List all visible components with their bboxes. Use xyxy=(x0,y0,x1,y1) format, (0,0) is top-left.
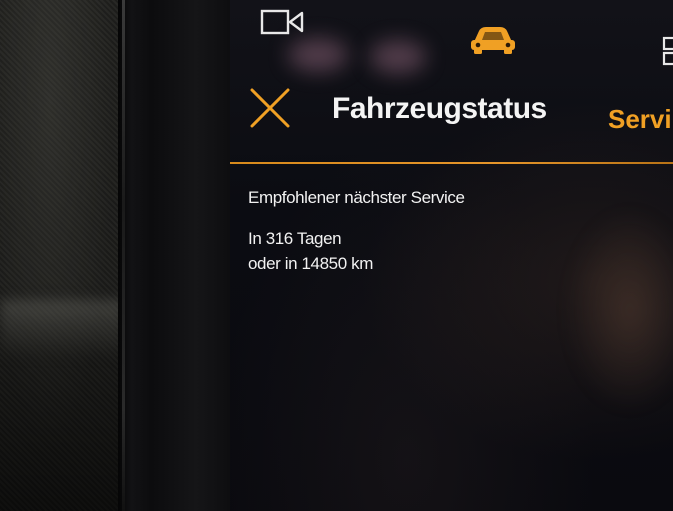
service-info: Empfohlener nächster Service In 316 Tage… xyxy=(248,186,668,277)
car-status-icon[interactable] xyxy=(468,22,518,56)
bezel-edge xyxy=(122,0,125,511)
screen-bezel xyxy=(118,0,230,511)
infotainment-display: Fahrzeugstatus Servi Empfohlener nächste… xyxy=(230,0,673,511)
service-distance-remaining: oder in 14850 km xyxy=(248,254,373,273)
grid-menu-icon[interactable] xyxy=(662,36,673,66)
photo-scene: Fahrzeugstatus Servi Empfohlener nächste… xyxy=(0,0,673,511)
close-icon xyxy=(250,88,290,128)
page-title: Fahrzeugstatus xyxy=(332,92,547,125)
close-button[interactable] xyxy=(248,86,292,130)
page-header: Fahrzeugstatus Servi xyxy=(230,76,673,164)
tab-service[interactable]: Servi xyxy=(608,104,672,135)
service-heading: Empfohlener nächster Service xyxy=(248,188,465,207)
camera-view-icon[interactable] xyxy=(260,8,306,38)
interior-shadow xyxy=(0,0,125,511)
header-divider xyxy=(230,162,673,164)
service-days-remaining: In 316 Tagen xyxy=(248,229,342,248)
top-bar xyxy=(230,0,673,70)
